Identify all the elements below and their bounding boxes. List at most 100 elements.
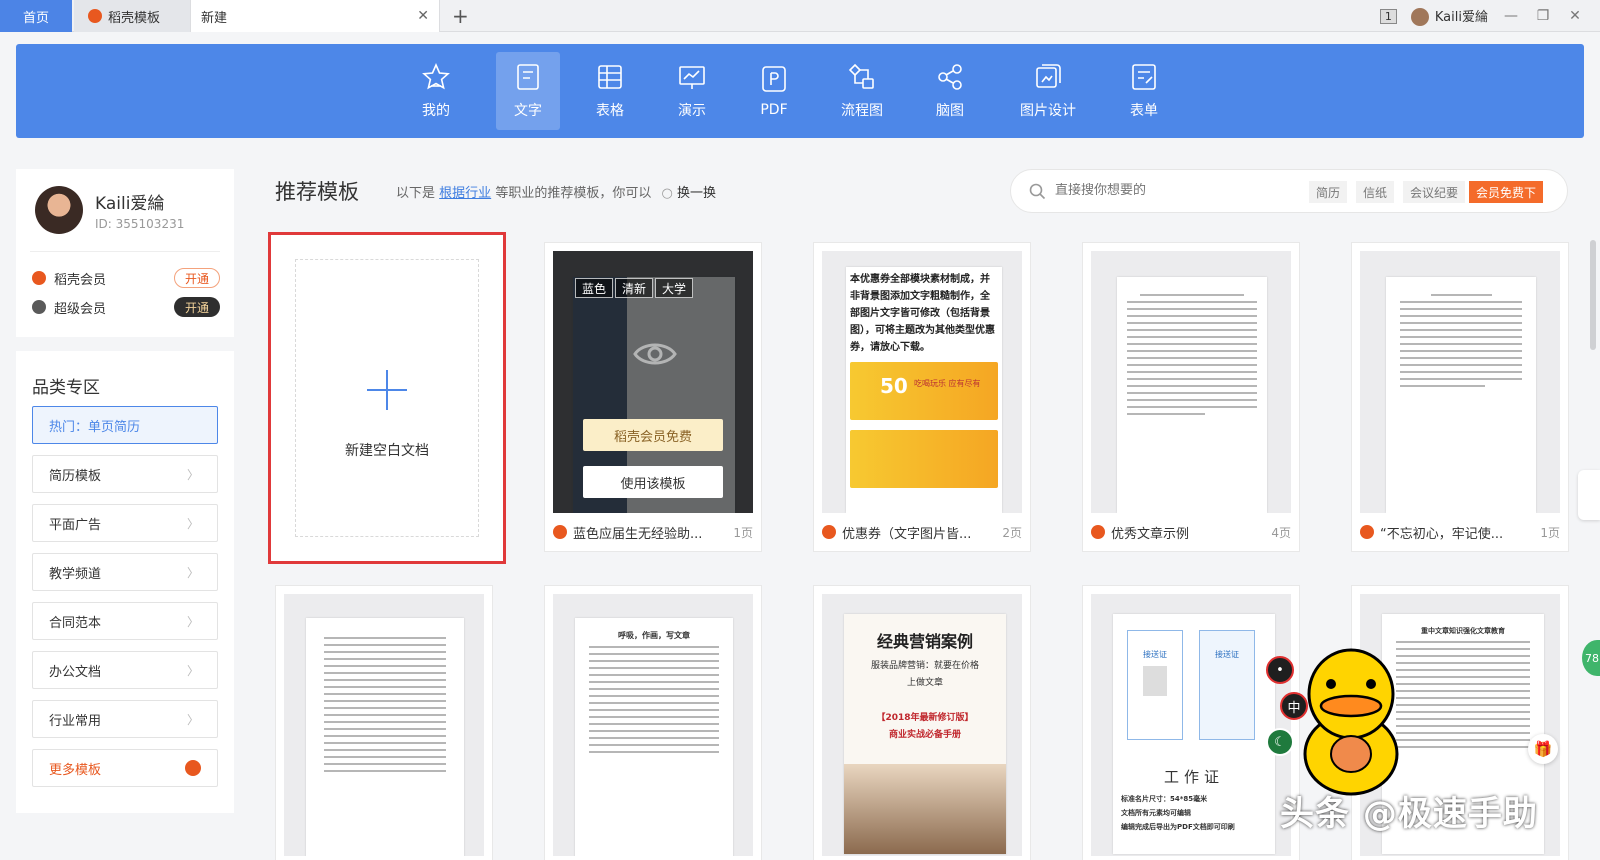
template-card[interactable] [275, 585, 493, 860]
side-badge[interactable]: 78 [1582, 640, 1600, 676]
minimize-icon[interactable]: — [1502, 8, 1520, 24]
template-thumbnail: 经典营销案例 服装品牌营销：就要在价格 上做文章 【2018年最新修订版】 商业… [822, 594, 1022, 856]
open-docer-member-button[interactable]: 开通 [174, 268, 220, 288]
tool-doc[interactable]: 文字 [496, 52, 560, 130]
category-label: 热门：单页简历 [49, 419, 141, 435]
coupon-banner [850, 430, 998, 488]
template-thumbnail [284, 594, 484, 856]
duck-mascot-icon [1303, 648, 1399, 796]
member-label: 稻壳会员 [54, 272, 107, 288]
tool-mine[interactable]: 我的 [404, 52, 468, 130]
search-chip-resume[interactable]: 简历 [1309, 181, 1348, 203]
photo-placeholder [1143, 666, 1167, 696]
category-hot-resume[interactable]: 热门：单页简历 [32, 406, 218, 444]
tag[interactable]: 清新 [615, 278, 654, 298]
gift-icon[interactable]: 🎁 [1528, 734, 1558, 764]
close-tab-icon[interactable]: ✕ [417, 8, 429, 24]
tab-new[interactable]: 新建 ✕ [190, 0, 440, 32]
moon-icon[interactable]: ☾ [1266, 728, 1294, 756]
template-thumbnail: 呼吸，作画，写文章 [553, 594, 753, 856]
profile-username: Kaili爱綸 [95, 194, 165, 214]
tab-templates[interactable]: 稻壳模板 [74, 0, 190, 32]
template-card[interactable]: 蓝色 清新 大学 稻壳会员免费 使用该模板 蓝色应届生无经验助... 1页 [544, 242, 762, 552]
vip-free-download-chip[interactable]: 会员免费下 [1469, 181, 1544, 203]
maximize-icon[interactable]: ❐ [1534, 8, 1552, 24]
profile-card: Kaili爱綸 ID: 355103231 稻壳会员 开通 超级会员 开通 [16, 169, 234, 337]
tab-home[interactable]: 首页 [0, 0, 72, 32]
docer-logo-icon [1091, 525, 1105, 539]
coupon-slogan: 吃喝玩乐 应有尽有 [914, 379, 981, 388]
window-count-badge[interactable]: 1 [1379, 8, 1397, 24]
search-chip-letter[interactable]: 信纸 [1356, 181, 1395, 203]
tool-sheet[interactable]: 表格 [578, 52, 642, 130]
use-template-button[interactable]: 使用该模板 [583, 466, 723, 498]
badge-label: 接送证 [1143, 650, 1167, 659]
card-footer: 优惠券（文字图片皆... 2页 [822, 513, 1022, 551]
category-label: 平面广告 [49, 517, 102, 533]
close-window-icon[interactable]: ✕ [1566, 8, 1584, 24]
template-thumbnail [1091, 251, 1291, 513]
template-card[interactable]: “不忘初心，牢记使... 1页 [1351, 242, 1569, 552]
new-blank-label: 新建空白文档 [345, 443, 429, 459]
tool-slides[interactable]: 演示 [660, 52, 724, 130]
template-card[interactable]: 本优惠券全部模块素材制成，并非背景图添加文字粗糙制作，全部图片文字皆可修改（包括… [813, 242, 1031, 552]
industry-link[interactable]: 根据行业 [439, 186, 491, 201]
docer-logo-icon [822, 525, 836, 539]
desc-suffix: 等职业的推荐模板，你可以 [495, 186, 652, 201]
search-input[interactable] [1055, 183, 1275, 198]
category-teaching[interactable]: 教学频道 〉 [32, 553, 218, 591]
category-contract[interactable]: 合同范本 〉 [32, 602, 218, 640]
category-label: 更多模板 [49, 762, 102, 778]
tool-flowchart[interactable]: 流程图 [830, 52, 894, 130]
card-title: “不忘初心，牢记使... [1380, 526, 1504, 542]
tool-image-design[interactable]: 图片设计 [1016, 52, 1080, 130]
tool-label: PDF [760, 102, 788, 118]
add-tab-icon[interactable]: + [452, 4, 469, 28]
category-office-docs[interactable]: 办公文档 〉 [32, 651, 218, 689]
member-super: 超级会员 开通 [32, 296, 220, 318]
member-label: 超级会员 [54, 301, 107, 317]
mindmap-icon [938, 64, 962, 90]
template-card[interactable]: 经典营销案例 服装品牌营销：就要在价格 上做文章 【2018年最新修订版】 商业… [813, 585, 1031, 860]
flowchart-icon [848, 63, 874, 89]
pdf-icon [762, 66, 786, 92]
chevron-right-icon: 〉 [186, 712, 199, 727]
recommend-title: 推荐模板 [275, 180, 359, 204]
card-pages: 1页 [1540, 525, 1560, 540]
avatar[interactable] [35, 186, 83, 234]
tool-pdf[interactable]: PDF [742, 52, 806, 130]
category-industry[interactable]: 行业常用 〉 [32, 700, 218, 738]
badge-card: 接送证 [1127, 630, 1183, 740]
super-member-icon [32, 300, 46, 314]
coupon-preview: 本优惠券全部模块素材制成，并非背景图添加文字粗糙制作，全部图片文字皆可修改（包括… [846, 267, 1002, 513]
user-menu[interactable]: Kaili爱綸 [1410, 6, 1488, 27]
card-pages: 2页 [1002, 525, 1022, 540]
template-thumbnail: 接送证 接送证 工作证 标准名片尺寸：54*85毫米 文档所有元素均可编辑 编辑… [1091, 594, 1291, 856]
tag[interactable]: 大学 [655, 278, 694, 298]
tool-mindmap[interactable]: 脑图 [918, 52, 982, 130]
category-resume[interactable]: 简历模板 〉 [32, 455, 218, 493]
preview-eye-icon[interactable] [633, 339, 677, 369]
card-pages: 1页 [733, 525, 753, 540]
scrollbar[interactable] [1590, 240, 1596, 350]
category-graphic-ads[interactable]: 平面广告 〉 [32, 504, 218, 542]
cover-subtitle: 服装品牌营销：就要在价格 [870, 661, 979, 671]
star-icon [422, 63, 450, 90]
cover-title: 工作证 [1163, 768, 1224, 786]
search-chip-minutes[interactable]: 会议纪要 [1403, 181, 1466, 203]
cover-subtitle: 上做文章 [906, 678, 943, 688]
tool-form[interactable]: 表单 [1112, 52, 1176, 130]
template-card[interactable]: 呼吸，作画，写文章 [544, 585, 762, 860]
vip-free-button[interactable]: 稻壳会员免费 [583, 419, 723, 451]
open-super-member-button[interactable]: 开通 [174, 297, 220, 317]
refresh-button[interactable]: ○ 换一换 [661, 186, 716, 201]
template-card[interactable]: 接送证 接送证 工作证 标准名片尺寸：54*85毫米 文档所有元素均可编辑 编辑… [1082, 585, 1300, 860]
side-tab[interactable] [1578, 470, 1600, 520]
template-card[interactable]: 优秀文章示例 4页 [1082, 242, 1300, 552]
chevron-right-icon: 〉 [186, 565, 199, 580]
float-ball-icon[interactable]: • [1266, 656, 1294, 684]
new-blank-document-card[interactable]: 新建空白文档 [268, 232, 506, 564]
category-more[interactable]: 更多模板 [32, 749, 218, 787]
tag[interactable]: 蓝色 [575, 278, 614, 298]
coupon-banner: 50 吃喝玩乐 应有尽有 [850, 362, 998, 420]
